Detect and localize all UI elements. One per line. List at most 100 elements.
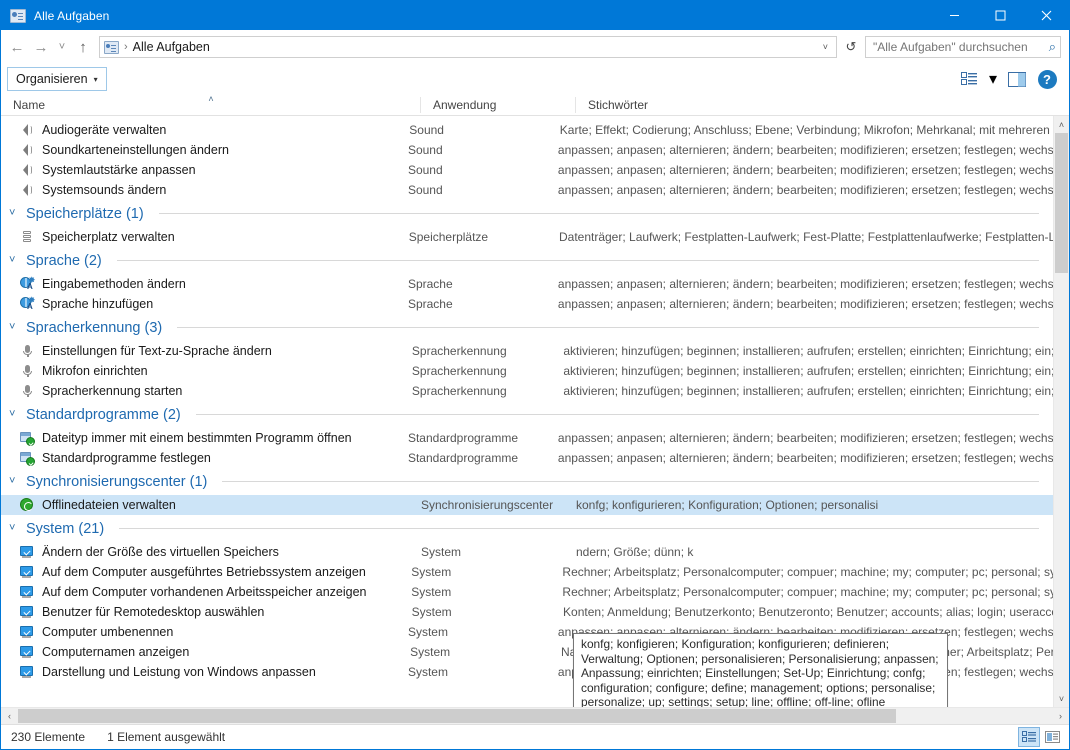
up-button[interactable]: ↑ [71,35,95,59]
speaker-icon [19,162,35,178]
title-bar: Alle Aufgaben [1,1,1069,30]
table-row[interactable]: Speicherplatz verwalten Speicherplätze Dat… [1,227,1053,247]
table-row[interactable]: Auf dem Computer ausgeführtes Betriebssy… [1,562,1053,582]
help-button[interactable]: ? [1033,67,1061,91]
horizontal-scrollbar[interactable]: ‹ › [1,707,1069,724]
row-application: Sound [407,143,443,157]
table-row[interactable]: Einstellungen für Text-zu-Sprache ändern… [1,341,1053,361]
language-globe-icon: ✸ A [19,276,36,292]
search-input[interactable] [873,40,1049,54]
content-view-icon[interactable] [1041,727,1063,747]
table-row[interactable]: Auf dem Computer vorhandenen Arbeitsspei… [1,582,1053,602]
explorer-window: Alle Aufgaben ← → ˅ ↑ › Alle Aufgaben ˅ … [0,0,1070,750]
group-header[interactable]: ˅ Speicherplätze (1) [1,200,1053,227]
row-keywords: Konten; Anmeldung; Benutzerkonto; Benutz… [563,605,1053,619]
row-keywords: anpassen; anpasen; alternieren; ändern; … [557,297,1053,311]
table-row[interactable]: Soundkarteneinstellungen ändern Sound anpa… [1,140,1053,160]
preview-pane-icon[interactable] [1003,67,1031,91]
chevron-down-icon[interactable]: ˅ [9,322,19,333]
table-row[interactable]: Dateityp immer mit einem bestimmten Prog… [1,428,1053,448]
breadcrumb[interactable]: › Alle Aufgaben ˅ [99,36,837,58]
scroll-right-button[interactable]: › [1052,708,1069,725]
organize-button[interactable]: Organisieren ▾ [7,67,107,91]
close-button[interactable] [1023,1,1069,30]
scroll-up-button[interactable]: ˄ [1054,116,1069,133]
view-options-caret[interactable]: ▾ [985,67,1001,91]
table-row[interactable]: Ändern der Größe des virtuellen Speicher… [1,542,1053,562]
table-row[interactable]: Offlinedateien verwalten Synchronisierung… [1,495,1053,515]
row-keywords: ndern; Größe; dünn; k [576,545,694,559]
scroll-down-button[interactable]: ˅ [1054,690,1069,707]
row-name-cell: Computernamen anzeigen [1,644,410,660]
chevron-down-icon[interactable]: ˅ [9,208,19,219]
row-keywords: Karte; Effekt; Codierung; Anschluss; Ebe… [559,123,1053,137]
scroll-left-button[interactable]: ‹ [1,708,18,725]
column-header-application[interactable]: Anwendung [421,94,576,116]
file-list: Audiogeräte verwalten Sound Karte; Effekt;… [1,116,1053,707]
search-box[interactable]: ⌕ [865,36,1061,58]
microphone-icon [19,343,35,359]
table-row[interactable]: Systemlautstärke anpassen Sound anpassen; … [1,160,1053,180]
row-name: Auf dem Computer vorhandenen Arbeitsspei… [42,585,367,599]
system-monitor-icon [19,604,35,620]
refresh-button[interactable]: ↺ [840,36,862,58]
item-count: 230 Elemente [11,730,86,744]
details-view-icon[interactable] [1018,727,1040,747]
horizontal-scroll-thumb[interactable] [18,709,896,723]
group-divider [195,414,1039,415]
group-header[interactable]: ˅ Sprache (2) [1,247,1053,274]
chevron-down-icon[interactable]: ˅ [9,523,19,534]
row-name-cell: Computer umbenennen [1,624,408,640]
table-row[interactable]: Mikrofon einrichten Spracherkennung aktivi… [1,361,1053,381]
row-name: Auf dem Computer ausgeführtes Betriebssy… [42,565,366,579]
toolbar-right-group: ▾ ? [955,67,1061,91]
table-row[interactable]: ✸ A Eingabemethoden ändern Sprache anpassen;… [1,274,1053,294]
row-name-cell: ✸ A Sprache hinzufügen [1,296,408,312]
row-application: Sprache [407,277,453,291]
table-row[interactable]: Benutzer für Remotedesktop auswählen Syst… [1,602,1053,622]
row-application: Sound [409,123,444,137]
column-header-name[interactable]: ˄ Name [1,94,421,116]
vertical-scroll-thumb[interactable] [1055,133,1068,273]
table-row[interactable]: Audiogeräte verwalten Sound Karte; Effekt;… [1,120,1053,140]
minimize-button[interactable] [931,1,977,30]
breadcrumb-path[interactable]: Alle Aufgaben [133,40,817,54]
maximize-button[interactable] [977,1,1023,30]
search-icon[interactable]: ⌕ [1049,39,1056,55]
system-monitor-icon [19,544,35,560]
row-application: Spracherkennung [411,344,507,358]
forward-button[interactable]: → [29,35,53,59]
row-application: Sound [407,183,443,197]
group-header[interactable]: ˅ System (21) [1,515,1053,542]
default-program-icon [19,430,35,446]
chevron-down-icon[interactable]: ˅ [9,255,19,266]
row-name-cell: Mikrofon einrichten [1,363,412,379]
recent-locations-button[interactable]: ˅ [53,35,71,59]
chevron-down-icon[interactable]: ˅ [9,476,19,487]
back-button[interactable]: ← [5,35,29,59]
column-header-keywords[interactable]: Stichwörter [576,94,1069,116]
table-row[interactable]: Spracherkennung starten Spracherkennung ak… [1,381,1053,401]
row-name: Offlinedateien verwalten [42,498,176,512]
chevron-down-icon[interactable]: ˅ [817,42,834,52]
chevron-down-icon[interactable]: ˅ [9,409,19,420]
table-row[interactable]: ✸ A Sprache hinzufügen Sprache anpassen; anp… [1,294,1053,314]
selection-status: 1 Element ausgewählt [107,730,226,744]
row-keywords: anpassen; anpasen; alternieren; ändern; … [557,143,1053,157]
table-row[interactable]: Systemsounds ändern Sound anpassen; anpase… [1,180,1053,200]
row-name-cell: Auf dem Computer vorhandenen Arbeitsspei… [1,584,411,600]
row-application: Sound [407,163,443,177]
window-title: Alle Aufgaben [34,8,110,23]
view-options-icon[interactable] [955,67,983,91]
table-row[interactable]: Standardprogramme festlegen Standardprogr… [1,448,1053,468]
breadcrumb-separator: › [124,41,128,53]
status-bar: 230 Elemente 1 Element ausgewählt [1,724,1069,749]
row-keywords: aktivieren; hinzufügen; beginnen; instal… [563,344,1053,358]
vertical-scrollbar[interactable]: ˄ ˅ [1053,116,1069,707]
group-header[interactable]: ˅ Synchronisierungscenter (1) [1,468,1053,495]
system-monitor-icon [19,644,35,660]
row-name-cell: Auf dem Computer ausgeführtes Betriebssy… [1,564,411,580]
group-header[interactable]: ˅ Spracherkennung (3) [1,314,1053,341]
group-divider [119,528,1039,529]
group-header[interactable]: ˅ Standardprogramme (2) [1,401,1053,428]
